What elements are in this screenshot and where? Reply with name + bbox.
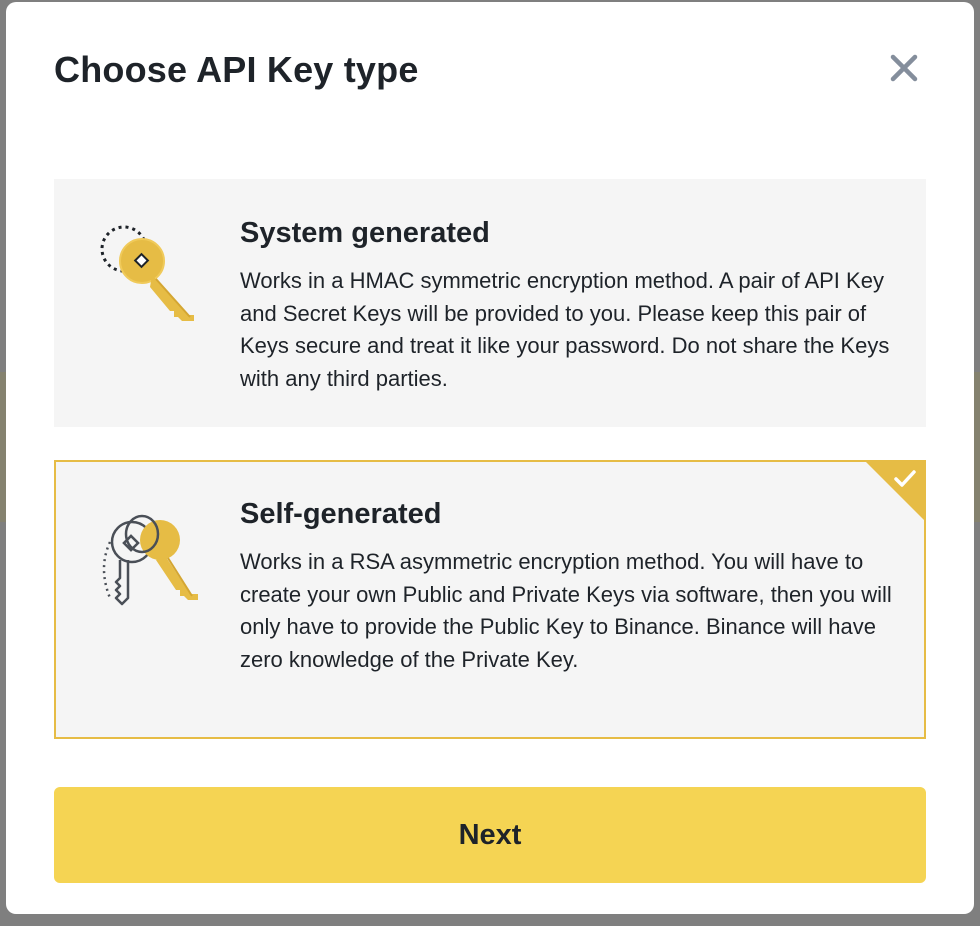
api-key-type-modal: Choose API Key type System generated Wor…: [6, 2, 974, 914]
selected-check-icon: [866, 462, 924, 520]
option-self-generated[interactable]: Self-generated Works in a RSA asymmetric…: [54, 460, 926, 739]
key-pair-icon: [102, 514, 198, 606]
option-description: Works in a HMAC symmetric encryption met…: [240, 268, 890, 391]
next-button[interactable]: Next: [54, 787, 926, 883]
option-title: System generated: [240, 217, 490, 249]
single-key-icon: [100, 225, 194, 321]
close-button[interactable]: [886, 50, 922, 86]
option-system-generated[interactable]: System generated Works in a HMAC symmetr…: [54, 179, 926, 427]
close-icon: [890, 54, 918, 82]
modal-title: Choose API Key type: [54, 49, 419, 90]
option-description: Works in a RSA asymmetric encryption met…: [240, 549, 892, 672]
option-title: Self-generated: [240, 498, 442, 530]
